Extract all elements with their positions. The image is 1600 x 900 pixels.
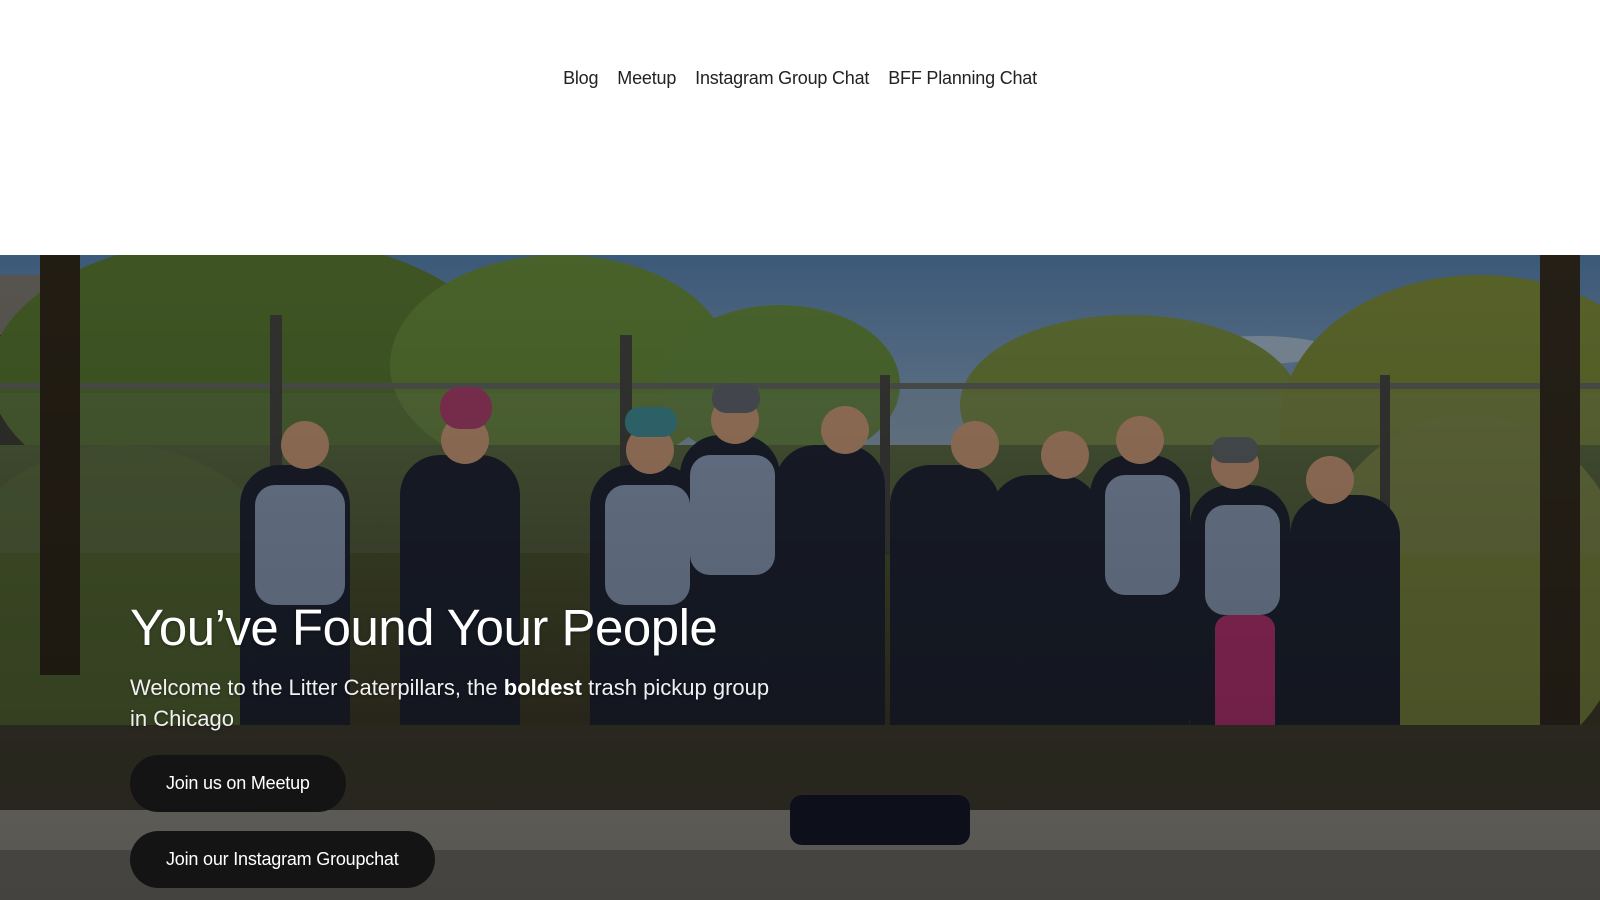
hero-title: You’ve Found Your People <box>130 599 718 656</box>
nav-link-meetup[interactable]: Meetup <box>617 68 676 89</box>
nav-link-bff-planning-chat[interactable]: BFF Planning Chat <box>888 68 1037 89</box>
nav-link-blog[interactable]: Blog <box>563 68 598 89</box>
hero-section: You’ve Found Your People Welcome to the … <box>0 255 1600 900</box>
hero-subtitle-emphasis: boldest <box>503 675 582 701</box>
hero-subtitle: Welcome to the Litter Caterpillars, the … <box>130 672 790 734</box>
nav-link-instagram-group-chat[interactable]: Instagram Group Chat <box>695 68 869 89</box>
site-header: Blog Meetup Instagram Group Chat BFF Pla… <box>0 0 1600 255</box>
main-nav: Blog Meetup Instagram Group Chat BFF Pla… <box>0 68 1600 89</box>
join-instagram-groupchat-button[interactable]: Join our Instagram Groupchat <box>130 831 435 889</box>
hero-content: You’ve Found Your People Welcome to the … <box>130 599 790 889</box>
join-meetup-button[interactable]: Join us on Meetup <box>130 755 346 813</box>
hero-subtitle-start: Welcome to the Litter Caterpillars, the <box>130 675 504 701</box>
